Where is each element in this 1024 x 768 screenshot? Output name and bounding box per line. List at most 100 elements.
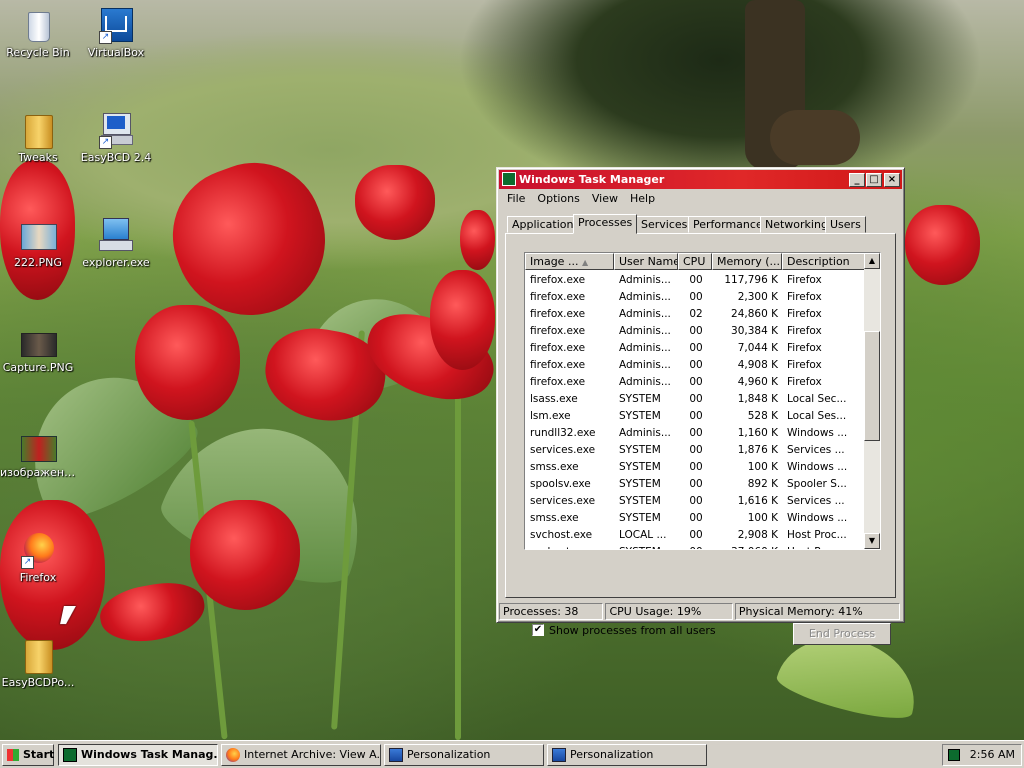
cell-description: Services ... xyxy=(787,495,845,507)
menu-help[interactable]: Help xyxy=(624,190,661,207)
cell-cpu: 00 xyxy=(689,274,703,286)
scroll-down-icon[interactable]: ▼ xyxy=(864,533,880,549)
table-row[interactable]: firefox.exe Adminis... 00 117,796 K Firefox xyxy=(525,272,865,289)
minimize-button[interactable]: _ xyxy=(849,173,865,187)
cell-cpu: 00 xyxy=(689,529,703,541)
close-button[interactable]: × xyxy=(884,173,900,187)
table-row[interactable]: lsm.exe SYSTEM 00 528 K Local Ses... xyxy=(525,408,865,425)
start-button[interactable]: Start xyxy=(2,744,54,766)
table-row[interactable]: lsass.exe SYSTEM 00 1,848 K Local Sec... xyxy=(525,391,865,408)
scroll-thumb[interactable] xyxy=(864,331,880,441)
desktop-icon-easybcdpo[interactable]: EasyBCDPo... xyxy=(0,638,76,689)
table-row[interactable]: smss.exe SYSTEM 00 100 K Windows ... xyxy=(525,459,865,476)
table-row[interactable]: smss.exe SYSTEM 00 100 K Windows ... xyxy=(525,510,865,527)
desktop-icon-easybcd[interactable]: ↗ EasyBCD 2.4 xyxy=(78,113,154,164)
show-all-processes-checkbox[interactable]: ✔ xyxy=(532,624,544,636)
personalization-icon xyxy=(389,748,403,762)
cell-cpu: 00 xyxy=(689,512,703,524)
taskbar-item-internet-archive[interactable]: Internet Archive: View A... xyxy=(221,744,381,766)
desktop-icon-image-file[interactable]: изображени... xyxy=(0,428,76,479)
cell-cpu: 00 xyxy=(689,291,703,303)
taskbar-item-task-manager[interactable]: Windows Task Manag... xyxy=(58,744,218,766)
desktop-icon-explorer-exe[interactable]: explorer.exe xyxy=(78,218,154,269)
cell-cpu: 00 xyxy=(689,444,703,456)
tab-users[interactable]: Users xyxy=(825,216,866,233)
table-row[interactable]: firefox.exe Adminis... 00 7,044 K Firefox xyxy=(525,340,865,357)
table-row[interactable]: spoolsv.exe SYSTEM 00 892 K Spooler S... xyxy=(525,476,865,493)
cell-user-name: SYSTEM xyxy=(619,410,661,422)
cell-image-name: services.exe xyxy=(530,444,596,456)
column-user-name[interactable]: User Name xyxy=(614,253,678,270)
table-row[interactable]: svchost.exe LOCAL ... 00 2,908 K Host Proc..… xyxy=(525,527,865,544)
cell-memory: 37,060 K xyxy=(714,544,782,549)
end-process-button[interactable]: End Process xyxy=(793,623,891,645)
vertical-scrollbar[interactable]: ▲ ▼ xyxy=(864,253,880,549)
table-row[interactable]: firefox.exe Adminis... 00 4,960 K Firefox xyxy=(525,374,865,391)
menu-file[interactable]: File xyxy=(501,190,531,207)
cell-image-name: rundll32.exe xyxy=(530,427,596,439)
cell-cpu: 00 xyxy=(689,478,703,490)
scroll-up-icon[interactable]: ▲ xyxy=(864,253,880,269)
cell-memory: 1,160 K xyxy=(737,427,778,439)
desktop-icon-capture-png[interactable]: Capture.PNG xyxy=(0,323,76,374)
cell-description: Firefox xyxy=(787,376,822,388)
table-row[interactable]: firefox.exe Adminis... 00 4,908 K Firefox xyxy=(525,357,865,374)
process-list[interactable]: Image ... ▲ User Name CPU Memory (... De… xyxy=(524,252,881,550)
cell-description: Services ... xyxy=(787,444,845,456)
desktop-icon-label: VirtualBox xyxy=(87,46,145,59)
cell-image-name: firefox.exe xyxy=(530,291,586,303)
table-row[interactable]: rundll32.exe Adminis... 00 1,160 K Windows .… xyxy=(525,425,865,442)
desktop-icon-firefox[interactable]: ↗ Firefox xyxy=(0,533,76,584)
cell-cpu: 00 xyxy=(689,376,703,388)
column-description[interactable]: Description xyxy=(782,253,866,270)
taskbar-item-personalization-1[interactable]: Personalization xyxy=(384,744,544,766)
desktop-icon-label: Tweaks xyxy=(18,151,58,164)
tab-processes[interactable]: Processes xyxy=(573,214,638,234)
cell-user-name: Adminis... xyxy=(619,427,671,439)
desktop-icon-recycle-bin[interactable]: Recycle Bin xyxy=(0,8,76,59)
taskbar-item-personalization-2[interactable]: Personalization xyxy=(547,744,707,766)
table-row[interactable]: firefox.exe Adminis... 00 30,384 K Firefox xyxy=(525,323,865,340)
menu-view[interactable]: View xyxy=(586,190,624,207)
table-row[interactable]: services.exe SYSTEM 00 1,876 K Services ... xyxy=(525,442,865,459)
column-cpu[interactable]: CPU xyxy=(678,253,712,270)
taskbar: Start Windows Task Manag... Internet Arc… xyxy=(0,740,1024,768)
cell-user-name: Adminis... xyxy=(619,325,671,337)
tab-performance[interactable]: Performance xyxy=(688,216,768,233)
tab-services[interactable]: Services xyxy=(636,216,693,233)
desktop-icon-virtualbox[interactable]: ↗ VirtualBox xyxy=(78,8,154,59)
cell-image-name: svchost.exe xyxy=(530,529,593,541)
show-all-processes-label[interactable]: Show processes from all users xyxy=(549,624,716,637)
firefox-icon: ↗ xyxy=(21,533,55,569)
menu-options[interactable]: Options xyxy=(531,190,585,207)
cell-memory: 1,616 K xyxy=(737,495,778,507)
status-physical-memory: Physical Memory: 41% xyxy=(734,603,900,620)
table-row[interactable]: svchost.exeSYSTEM0037,060 KHost Proc... xyxy=(525,544,865,549)
desktop-icon-222-png[interactable]: 222.PNG xyxy=(0,218,76,269)
maximize-button[interactable]: □ xyxy=(866,173,882,187)
column-image-name[interactable]: Image ... ▲ xyxy=(525,253,614,270)
desktop-icon-label: изображени... xyxy=(0,466,76,479)
table-row[interactable]: firefox.exe Adminis... 00 2,300 K Firefox xyxy=(525,289,865,306)
cell-memory: 100 K xyxy=(747,512,778,524)
desktop-icon-label: EasyBCDPo... xyxy=(1,676,75,689)
desktop-icon-label: 222.PNG xyxy=(14,256,62,269)
table-row[interactable]: firefox.exe Adminis... 02 24,860 K Firefox xyxy=(525,306,865,323)
status-cpu-usage: CPU Usage: 19% xyxy=(605,603,733,620)
computer-icon xyxy=(99,218,133,252)
task-manager-tray-icon[interactable] xyxy=(948,749,960,761)
cell-cpu: 00 xyxy=(689,359,703,371)
cell-user-name: SYSTEM xyxy=(619,461,661,473)
table-row[interactable]: services.exe SYSTEM 00 1,616 K Services ... xyxy=(525,493,865,510)
cell-memory: 7,044 K xyxy=(737,342,778,354)
folder-icon xyxy=(21,113,55,149)
column-memory[interactable]: Memory (... xyxy=(712,253,782,270)
tab-networking[interactable]: Networking xyxy=(760,216,833,233)
cell-user-name: SYSTEM xyxy=(619,478,661,490)
cell-memory: 100 K xyxy=(747,461,778,473)
cell-description: Local Ses... xyxy=(787,410,847,422)
window-titlebar[interactable]: Windows Task Manager _ □ × xyxy=(499,170,902,189)
cell-user-name: SYSTEM xyxy=(614,544,678,549)
desktop-icon-tweaks[interactable]: Tweaks xyxy=(0,113,76,164)
clock[interactable]: 2:56 AM xyxy=(970,745,1015,765)
